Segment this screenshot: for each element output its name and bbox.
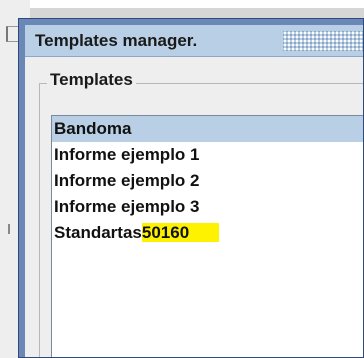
background-window-edge [0,0,364,8]
list-item[interactable]: Informe ejemplo 2 [52,168,363,194]
list-item[interactable]: Informe ejemplo 1 [52,142,363,168]
dialog-title: Templates manager. [35,31,198,50]
background-window-control [8,224,18,234]
list-item-label: Informe ejemplo 3 [54,197,200,216]
titlebar-drag-grip[interactable] [283,31,363,51]
list-item-label: Standartas [54,223,142,242]
templates-group-label: Templates [47,70,136,90]
dialog-content: Templates Bandoma Informe ejemplo 1 Info… [25,57,363,357]
list-item-label: Bandoma [54,119,132,138]
background-window-control [6,26,18,42]
templates-list[interactable]: Bandoma Informe ejemplo 1 Informe ejempl… [51,115,363,357]
list-item[interactable]: Informe ejemplo 3 [52,194,363,220]
list-item[interactable]: Bandoma [52,116,363,142]
dialog-titlebar[interactable]: Templates manager. [25,25,363,57]
list-item-label: Informe ejemplo 2 [54,171,200,190]
screen: Templates manager. Templates Bandoma Inf… [0,0,364,358]
list-item-highlighted-number: 50160 [141,223,220,242]
list-item[interactable]: Standartas50160 [52,220,363,246]
list-item-label: Informe ejemplo 1 [54,145,200,164]
templates-manager-dialog: Templates manager. Templates Bandoma Inf… [18,18,364,358]
